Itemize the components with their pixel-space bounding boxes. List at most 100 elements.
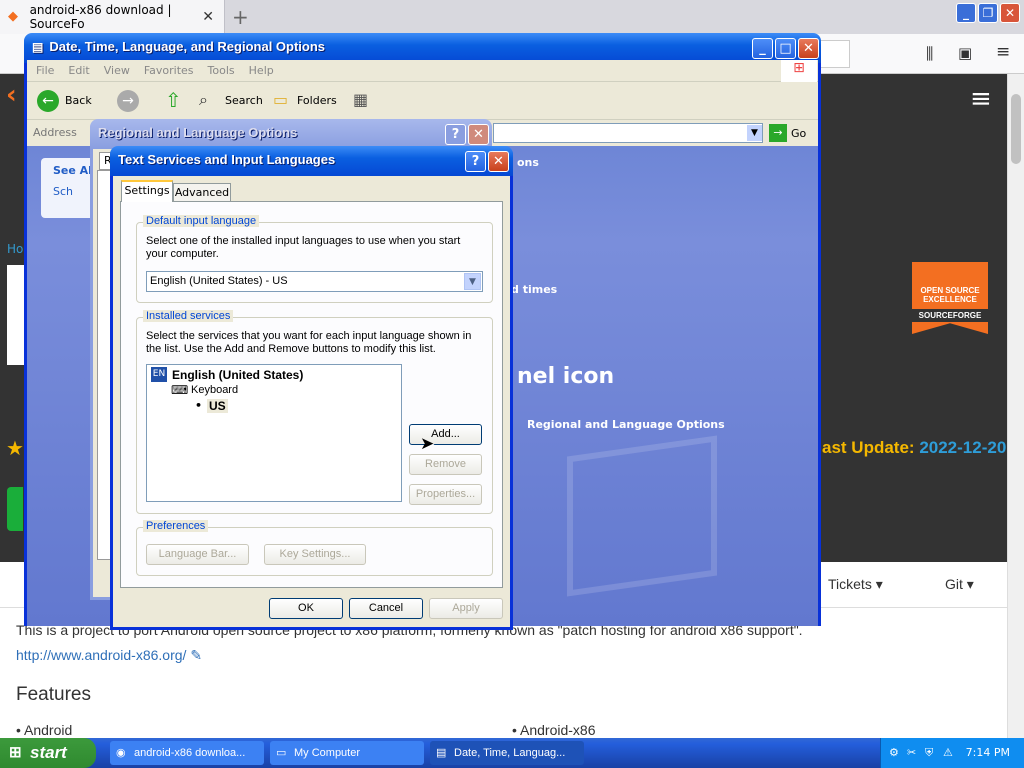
- start-label: start: [30, 743, 67, 762]
- bg-task-fragment: d times: [511, 283, 558, 296]
- windows-flag-icon: ⊞: [9, 744, 22, 761]
- close-browser-button[interactable]: ✕: [1000, 3, 1020, 23]
- apply-button[interactable]: Apply: [429, 598, 503, 619]
- control-panel-icon: ▤: [32, 40, 44, 54]
- breadcrumb[interactable]: Ho: [7, 242, 23, 256]
- back-button[interactable]: Back: [65, 94, 92, 107]
- tree-keyboard[interactable]: Keyboard: [191, 384, 238, 396]
- badge-line1: OPEN SOURCE: [920, 286, 980, 295]
- tray-tools-icon[interactable]: ✂: [907, 738, 916, 768]
- sf-logo-icon: ‹: [6, 80, 17, 110]
- go-arrow-icon[interactable]: →: [769, 124, 787, 142]
- menu-icon[interactable]: ≡: [996, 42, 1010, 62]
- star-icon: ★: [6, 436, 24, 460]
- installed-services-desc: Select the services that you want for ea…: [146, 330, 472, 355]
- tree-layout-us[interactable]: US: [207, 399, 228, 413]
- hamburger-icon[interactable]: ≡: [970, 86, 992, 112]
- badge-line2: EXCELLENCE: [923, 295, 977, 304]
- preferences-group: Preferences Language Bar... Key Settings…: [136, 520, 493, 576]
- tray-alert-icon[interactable]: ⚠: [943, 738, 953, 768]
- url-bar-end[interactable]: [820, 40, 850, 68]
- scrollbar-thumb[interactable]: [1011, 94, 1021, 164]
- system-tray: ⚙ ✂ ⛨ ⚠ 7:14 PM: [880, 738, 1024, 768]
- default-language-select[interactable]: English (United States) - US: [146, 271, 483, 292]
- settings-tab-panel: Default input language Select one of the…: [120, 201, 503, 588]
- menu-tools[interactable]: Tools: [208, 64, 235, 77]
- up-folder-icon[interactable]: ⇧: [165, 88, 182, 112]
- page-scrollbar[interactable]: [1007, 74, 1024, 738]
- taskbar-item-date-time[interactable]: ▤ Date, Time, Languag...: [430, 741, 584, 765]
- ok-button[interactable]: OK: [269, 598, 343, 619]
- taskbar-item-browser[interactable]: ◉ android-x86 downloa...: [110, 741, 264, 765]
- menu-git[interactable]: Git ▾: [945, 576, 974, 593]
- bg-heading-fragment: nel icon: [517, 364, 615, 389]
- clock[interactable]: 7:14 PM: [966, 746, 1010, 759]
- start-button[interactable]: ⊞ start: [0, 738, 96, 768]
- feature-item: • Android: [16, 722, 73, 738]
- windows-logo-icon: ⊞: [781, 60, 817, 82]
- external-link-icon: ✎: [190, 647, 203, 663]
- tray-shield-icon[interactable]: ⛨: [925, 738, 933, 768]
- menu-favorites[interactable]: Favorites: [144, 64, 194, 77]
- minimize-browser-button[interactable]: _: [956, 3, 976, 23]
- properties-button[interactable]: Properties...: [409, 484, 482, 505]
- forward-arrow-icon[interactable]: →: [117, 90, 139, 112]
- restore-browser-button[interactable]: ❐: [978, 3, 998, 23]
- tab-advanced[interactable]: Advanced: [173, 183, 231, 202]
- download-button-edge[interactable]: [7, 487, 23, 531]
- explorer-titlebar[interactable]: ▤ Date, Time, Language, and Regional Opti…: [24, 33, 821, 63]
- watermark-icon: [567, 435, 717, 597]
- address-dropdown-icon[interactable]: ▼: [747, 125, 762, 141]
- installed-services-label: Installed services: [143, 310, 234, 322]
- explorer-close-button[interactable]: ✕: [798, 38, 819, 59]
- installed-services-group: Installed services Select the services t…: [136, 310, 493, 514]
- taskbar-item-my-computer[interactable]: ▭ My Computer: [270, 741, 424, 765]
- regional-help-button[interactable]: ?: [445, 124, 466, 145]
- default-language-desc: Select one of the installed input langua…: [146, 235, 461, 260]
- key-settings-button[interactable]: Key Settings...: [264, 544, 366, 565]
- go-button[interactable]: Go: [791, 127, 806, 140]
- back-arrow-icon[interactable]: ←: [37, 90, 59, 112]
- dialog-help-button[interactable]: ?: [465, 151, 486, 172]
- tab-close-icon[interactable]: ✕: [202, 9, 214, 25]
- sourceforge-favicon-icon: ◆: [8, 9, 18, 24]
- address-input[interactable]: [493, 123, 763, 143]
- project-link[interactable]: http://www.android-x86.org/ ✎: [16, 647, 202, 664]
- new-tab-button[interactable]: +: [232, 5, 249, 29]
- cancel-button[interactable]: Cancel: [349, 598, 423, 619]
- menu-help[interactable]: Help: [249, 64, 274, 77]
- services-tree[interactable]: EN English (United States) ⌨ Keyboard • …: [146, 364, 402, 502]
- tab-settings[interactable]: Settings: [121, 180, 173, 202]
- search-button[interactable]: Search: [225, 94, 263, 107]
- folders-icon[interactable]: ▭: [273, 90, 288, 109]
- search-icon[interactable]: ⌕: [199, 90, 208, 110]
- taskbar-item-label: android-x86 downloa...: [134, 747, 246, 759]
- remove-button[interactable]: Remove: [409, 454, 482, 475]
- menu-tickets[interactable]: Tickets ▾: [828, 576, 883, 593]
- library-icon[interactable]: ⫼: [926, 44, 933, 64]
- menu-view[interactable]: View: [104, 64, 130, 77]
- dropdown-arrow-icon[interactable]: ▼: [464, 273, 481, 290]
- control-panel-icon: ▤: [436, 747, 447, 759]
- regional-options-link[interactable]: Regional and Language Options: [527, 418, 725, 431]
- explorer-maximize-button[interactable]: □: [775, 38, 796, 59]
- sidebar-icon[interactable]: ▣: [958, 44, 972, 62]
- browser-tab[interactable]: ◆ android-x86 download | SourceFo ✕: [0, 0, 225, 34]
- language-bar-button[interactable]: Language Bar...: [146, 544, 249, 565]
- menu-file[interactable]: File: [36, 64, 54, 77]
- tab-title: android-x86 download | SourceFo: [29, 3, 172, 31]
- menu-edit[interactable]: Edit: [68, 64, 89, 77]
- folders-button[interactable]: Folders: [297, 94, 337, 107]
- views-icon[interactable]: ▦: [353, 90, 368, 109]
- regional-close-button[interactable]: ✕: [468, 124, 489, 145]
- default-language-label: Default input language: [143, 215, 260, 227]
- regional-titlebar[interactable]: Regional and Language Options: [90, 119, 492, 149]
- project-link-text[interactable]: http://www.android-x86.org/: [16, 647, 186, 663]
- keyboard-icon: ⌨: [171, 383, 189, 397]
- dialog-titlebar[interactable]: Text Services and Input Languages: [110, 146, 513, 176]
- bg-title-fragment: ons: [517, 156, 539, 169]
- explorer-minimize-button[interactable]: _: [752, 38, 773, 59]
- tree-language[interactable]: English (United States): [172, 368, 303, 382]
- tray-network-icon[interactable]: ⚙: [889, 738, 899, 768]
- dialog-close-button[interactable]: ✕: [488, 151, 509, 172]
